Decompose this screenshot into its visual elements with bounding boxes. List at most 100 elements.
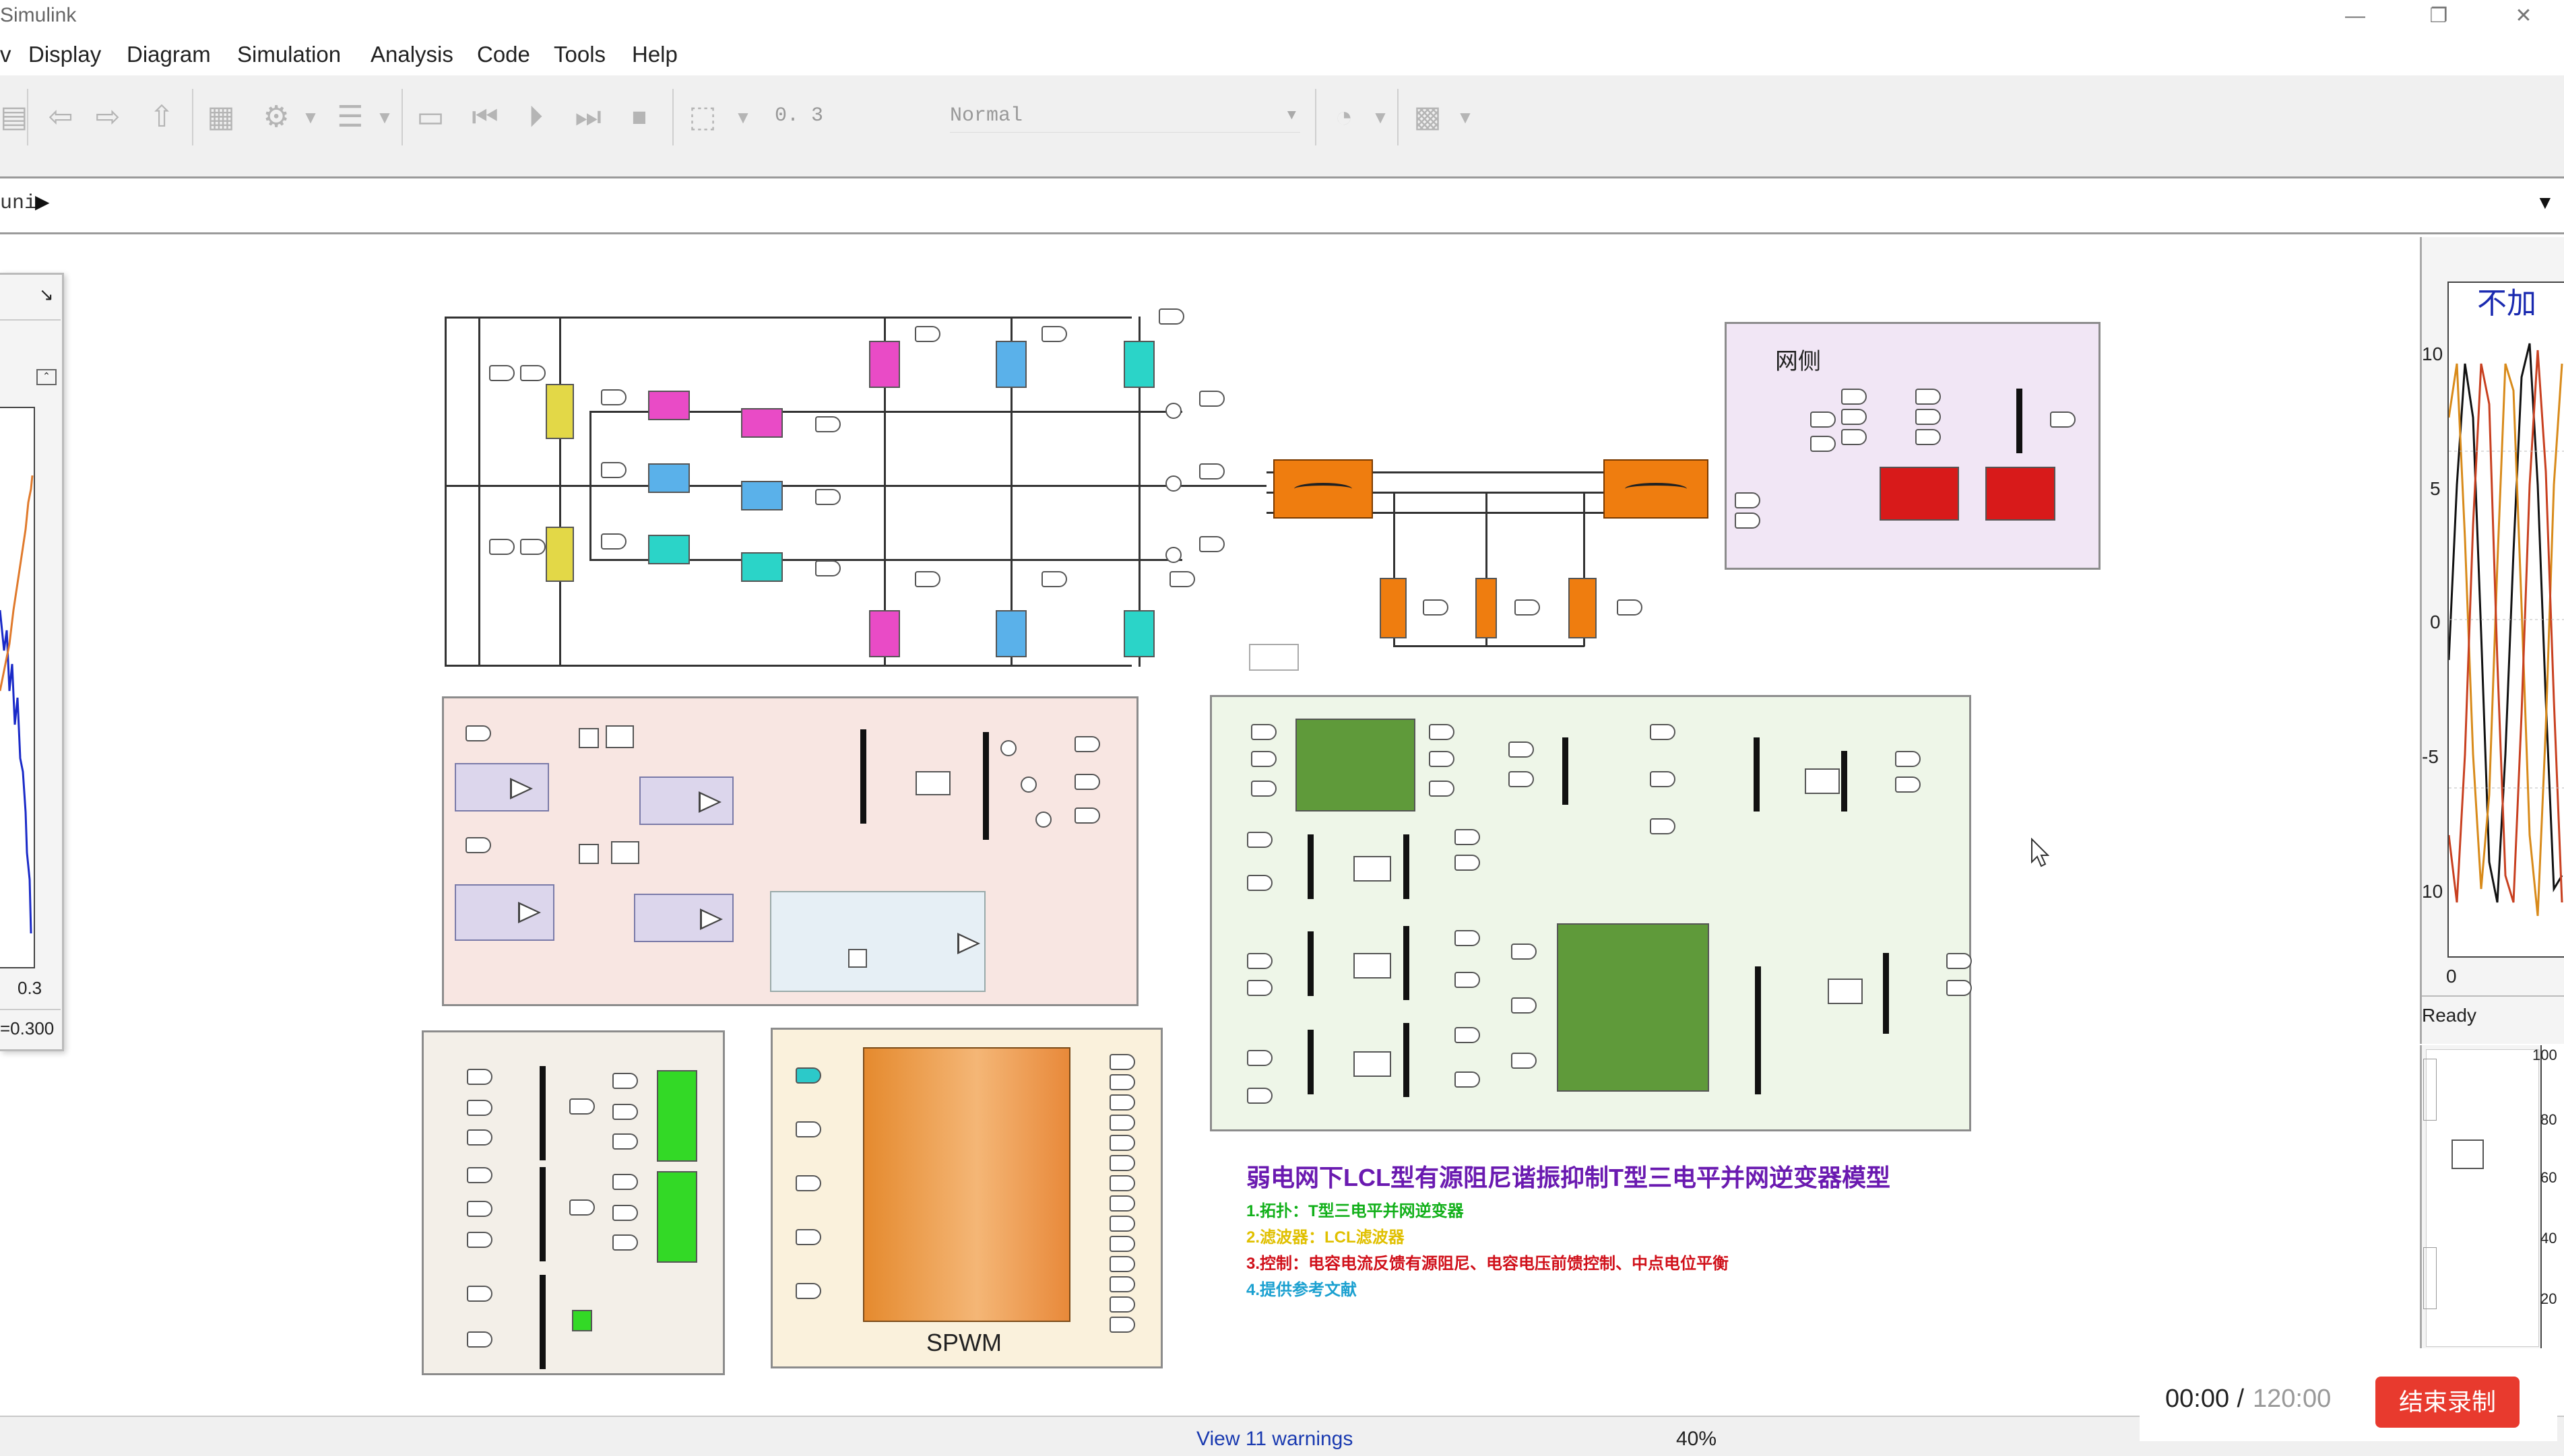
menu-edge[interactable]: v (0, 42, 11, 67)
goto-tag[interactable] (1199, 536, 1225, 552)
gain-subsystem[interactable] (455, 884, 554, 941)
measurement-node[interactable] (1165, 547, 1182, 563)
left-scope-window[interactable]: ↘ ⌃ 0.3 =0.300 (0, 273, 64, 1051)
goto-tag[interactable] (1199, 391, 1225, 407)
goto-tag[interactable] (1159, 308, 1184, 325)
simulation-mode-select[interactable]: Normal ▼ (950, 100, 1300, 133)
goto-tag[interactable] (1199, 463, 1225, 479)
step-back-icon[interactable]: ⏮ (465, 97, 505, 137)
stop-time-field[interactable]: 0. 3 (775, 100, 923, 132)
measurement-node[interactable] (1165, 475, 1182, 492)
mid-switch-a2[interactable] (741, 408, 783, 438)
filter-capacitor-a[interactable] (1380, 578, 1407, 638)
modulation-control-subsystem[interactable] (1210, 695, 1972, 1131)
second-scope-window[interactable]: 100 80 60 40 20 (2420, 1045, 2564, 1348)
save-icon[interactable]: ▤ (0, 97, 28, 137)
pwm-signal-subsystem[interactable] (422, 1030, 725, 1375)
menu-diagram[interactable]: Diagram (127, 42, 211, 67)
goto-tag[interactable] (601, 462, 627, 478)
from-tag[interactable] (520, 539, 546, 555)
inverter-side-inductor[interactable] (1273, 459, 1373, 519)
chevron-down-icon[interactable]: ▼ (733, 97, 753, 137)
library-browser-icon[interactable]: ▦ (199, 97, 243, 137)
mid-switch-a1[interactable] (648, 391, 690, 420)
pwm-gate-block[interactable] (572, 1310, 592, 1331)
grid-side-subsystem[interactable]: 网侧 (1725, 322, 2101, 570)
model-settings-gear-icon[interactable]: ⚙ (256, 97, 296, 137)
goto-tag[interactable] (1041, 571, 1067, 587)
dc-capacitor-lower[interactable] (546, 527, 574, 582)
undock-icon[interactable]: ↘ (39, 284, 54, 305)
grid-side-inductor[interactable] (1603, 459, 1708, 519)
goto-tag[interactable] (1169, 571, 1195, 587)
chevron-down-icon[interactable]: ▼ (1455, 97, 1475, 137)
powergui-block[interactable] (1249, 644, 1299, 671)
goto-tag[interactable] (1041, 326, 1067, 342)
goto-tag[interactable] (815, 489, 841, 505)
grid-voltage-source[interactable] (1985, 467, 2055, 521)
restore-icon[interactable]: ❐ (2418, 3, 2459, 30)
debug-icon[interactable]: ◔ (1322, 97, 1366, 137)
from-tag[interactable] (520, 365, 546, 381)
menu-help[interactable]: Help (632, 42, 678, 67)
dq-transform-block[interactable] (1295, 719, 1415, 812)
model-explorer-icon[interactable]: ☰ (330, 97, 371, 137)
inverter-power-stage[interactable] (445, 308, 1267, 667)
goto-tag[interactable] (915, 571, 940, 587)
grid-inductance[interactable] (1880, 467, 1959, 521)
stop-recording-button[interactable]: 结束录制 (2375, 1377, 2520, 1428)
spwm-block[interactable] (863, 1047, 1070, 1322)
dc-capacitor-upper[interactable] (546, 384, 574, 439)
back-arrow-icon[interactable]: ⇦ (40, 97, 81, 137)
filter-capacitor-c[interactable] (1568, 578, 1597, 638)
mid-switch-c1[interactable] (648, 535, 690, 564)
goto-tag[interactable] (1617, 599, 1642, 616)
chevron-down-icon[interactable]: ▼ (375, 97, 395, 137)
from-tag[interactable] (489, 539, 515, 555)
record-icon[interactable]: ⬚ (680, 97, 725, 137)
mid-switch-b2[interactable] (741, 481, 783, 510)
chevron-down-icon[interactable]: ▼ (1370, 97, 1390, 137)
menu-display[interactable]: Display (28, 42, 101, 67)
breadcrumb[interactable]: uni (0, 192, 36, 215)
goto-tag[interactable] (601, 533, 627, 550)
pwm-gate-block[interactable] (657, 1171, 697, 1263)
from-tag[interactable] (489, 365, 515, 381)
spwm-subsystem[interactable]: SPWM (771, 1028, 1163, 1368)
minimize-icon[interactable]: — (2335, 3, 2375, 30)
pwm-gate-block[interactable] (657, 1070, 697, 1162)
goto-tag[interactable] (601, 389, 627, 405)
step-forward-icon[interactable]: ⏭ (566, 97, 610, 137)
warnings-link[interactable]: View 11 warnings (1196, 1428, 1353, 1451)
menu-analysis[interactable]: Analysis (371, 42, 453, 67)
restore-plot-icon[interactable]: ⌃ (36, 369, 57, 385)
right-scope-window[interactable]: 不加 10 5 0 -5 10 0 Ready (2420, 237, 2564, 1044)
goto-tag[interactable] (815, 416, 841, 432)
stop-icon[interactable]: ⏹ (617, 97, 662, 137)
mid-switch-b1[interactable] (648, 463, 690, 493)
close-icon[interactable]: ✕ (2503, 3, 2544, 30)
goto-tag[interactable] (1514, 599, 1540, 616)
gain-subsystem[interactable] (634, 894, 734, 942)
lower-switch-c[interactable] (1124, 610, 1155, 657)
breadcrumb-arrow-icon[interactable]: ▶ (35, 191, 50, 213)
chevron-down-icon[interactable]: ▼ (300, 97, 321, 137)
gain-subsystem[interactable] (639, 776, 734, 825)
pll-subsystem[interactable] (770, 891, 986, 992)
gain-subsystem[interactable] (455, 763, 549, 812)
current-control-subsystem[interactable] (442, 696, 1139, 1006)
data-display-icon[interactable]: ▩ (1404, 97, 1451, 137)
upper-switch-c[interactable] (1124, 341, 1155, 388)
controller-block[interactable] (1557, 923, 1709, 1092)
run-icon[interactable]: ⏵ (512, 97, 559, 137)
menu-tools[interactable]: Tools (554, 42, 606, 67)
lower-switch-a[interactable] (869, 610, 900, 657)
address-dropdown-icon[interactable]: ▼ (2536, 192, 2555, 213)
goto-tag[interactable] (815, 560, 841, 576)
menu-code[interactable]: Code (477, 42, 530, 67)
up-arrow-icon[interactable]: ⇧ (141, 97, 182, 137)
menu-simulation[interactable]: Simulation (237, 42, 341, 67)
goto-tag[interactable] (915, 326, 940, 342)
goto-tag[interactable] (1423, 599, 1448, 616)
measurement-node[interactable] (1165, 403, 1182, 419)
